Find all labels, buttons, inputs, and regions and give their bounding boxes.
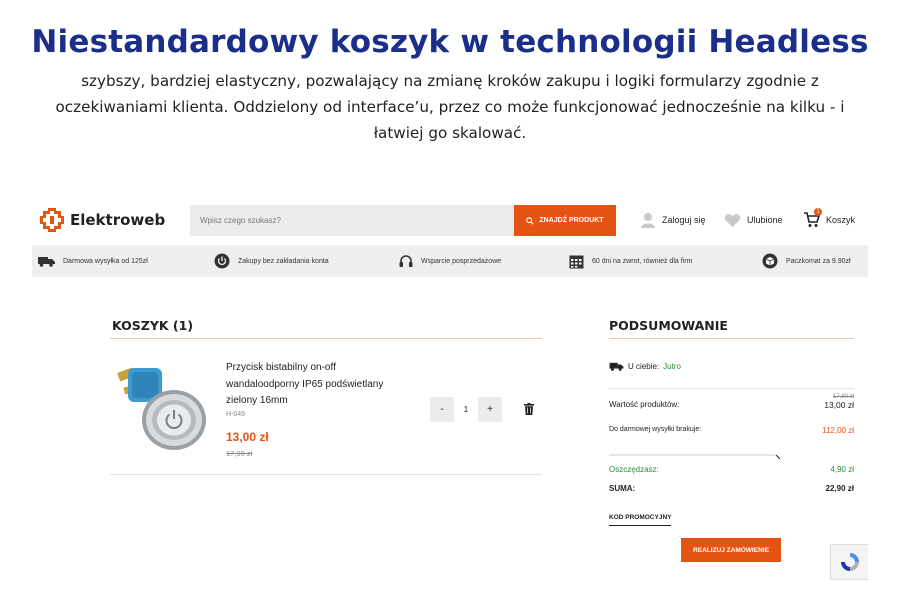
hero-subtitle: szybszy, bardziej elastyczny, pozwalając…: [0, 68, 900, 146]
user-icon: [641, 213, 655, 228]
product-price: 13,00 zł: [226, 430, 269, 444]
free-shipping-row: Do darmowej wysyłki brakuje: 112,00 zł: [609, 426, 854, 435]
free-shipping-label: Do darmowej wysyłki brakuje:: [609, 426, 702, 433]
product-name-line: wandaloodporny IP65 podświetlany: [226, 378, 384, 390]
quantity-decrease-button[interactable]: -: [430, 397, 454, 422]
login-label: Zaloguj się: [662, 215, 706, 225]
promo-code-link[interactable]: KOD PROMOCYJNY: [609, 514, 672, 526]
benefit-item: Zakupy bez zakładania konta: [214, 245, 329, 277]
benefit-item: Paczkomat za 9.90zł: [762, 245, 851, 277]
delivery-value: Jutro: [663, 362, 681, 371]
product-image[interactable]: [114, 362, 212, 458]
place-order-button[interactable]: REALIZUJ ZAMÓWIENIE: [681, 538, 781, 562]
cart-link[interactable]: 1 Koszyk: [804, 208, 856, 230]
benefit-label: Zakupy bez zakładania konta: [238, 257, 329, 265]
cart-label: Koszyk: [826, 215, 856, 225]
benefit-item: Wsparcie posprzedażowe: [399, 245, 501, 277]
products-value: 13,00 zł: [824, 400, 854, 410]
calendar-icon: [569, 255, 584, 268]
products-value-label: Wartość produktów:: [609, 400, 680, 409]
trash-icon[interactable]: [524, 403, 534, 415]
headset-icon: [399, 254, 413, 267]
product-name[interactable]: Przycisk bistabilny on-off wandaloodporn…: [226, 360, 406, 410]
product-name-line: zielony 16mm: [226, 395, 288, 406]
power-icon: [214, 253, 230, 269]
divider: [609, 338, 854, 339]
favorites-label: Ulubione: [747, 215, 783, 225]
hero-subtitle-line: oczekiwaniami klienta. Oddzielony od int…: [55, 98, 845, 116]
favorites-link[interactable]: Ulubione: [724, 210, 783, 230]
benefit-label: Darmowa wysyłka od 125zł: [63, 257, 148, 265]
search-button[interactable]: ZNAJDŹ PRODUKT: [514, 205, 616, 236]
benefit-label: Paczkomat za 9.90zł: [786, 257, 851, 265]
quantity-increase-button[interactable]: +: [478, 397, 502, 422]
benefits-bar: Darmowa wysyłka od 125zł Zakupy bez zakł…: [32, 245, 868, 277]
savings-label: Oszczędzasz:: [609, 465, 659, 474]
product-old-price: 17,90 zł: [226, 449, 253, 458]
cart-count-badge: 1: [814, 208, 822, 216]
hero-subtitle-line: łatwiej go skalować.: [373, 124, 527, 142]
hero-title: Niestandardowy koszyk w technologii Head…: [31, 24, 869, 60]
benefit-item: Darmowa wysyłka od 125zł: [38, 245, 148, 277]
delivery-info: U ciebie: Jutro: [609, 362, 681, 371]
logo[interactable]: Elektroweb: [38, 206, 165, 234]
heart-icon: [724, 213, 741, 227]
total-label: SUMA:: [609, 484, 636, 493]
divider: [110, 474, 542, 475]
quantity-stepper: - 1 +: [430, 397, 502, 422]
search-icon: [526, 216, 535, 225]
product-sku: H-049: [226, 411, 246, 418]
hero-subtitle-line: szybszy, bardziej elastyczny, pozwalając…: [81, 72, 819, 90]
total-value: 22,90 zł: [825, 484, 854, 493]
truck-icon: [38, 256, 55, 267]
savings-value: 4,90 zł: [830, 465, 854, 474]
logo-text: Elektroweb: [70, 211, 166, 229]
product-name-line: Przycisk bistabilny on-off: [226, 362, 336, 373]
benefit-label: 60 dni na zwrot, również dla firm: [592, 257, 693, 265]
shop-screenshot: Elektroweb Wpisz czego szukasz? ZNAJDŹ P…: [32, 190, 868, 590]
recaptcha-icon: [840, 553, 859, 571]
recaptcha-badge[interactable]: [830, 544, 868, 580]
benefit-item: 60 dni na zwrot, również dla firm: [569, 245, 692, 277]
cart-title: KOSZYK (1): [112, 318, 194, 333]
products-value-row: Wartość produktów: 13,00 zł: [609, 400, 854, 410]
free-shipping-value: 112,00 zł: [822, 426, 854, 435]
divider: [609, 388, 854, 389]
login-link[interactable]: Zaloguj się: [640, 210, 706, 230]
search-input[interactable]: Wpisz czego szukasz?: [190, 205, 514, 236]
divider: [110, 338, 542, 339]
total-row: SUMA: 22,90 zł: [609, 484, 854, 493]
search-button-label: ZNAJDŹ PRODUKT: [539, 217, 604, 224]
free-shipping-progress: [609, 447, 781, 460]
quantity-input[interactable]: 1: [454, 397, 478, 422]
benefit-label: Wsparcie posprzedażowe: [421, 257, 502, 265]
delivery-label: U ciebie:: [628, 362, 660, 371]
truck-icon: [609, 362, 624, 371]
logo-icon: [40, 208, 64, 232]
parcel-icon: [762, 253, 778, 269]
summary-title: PODSUMOWANIE: [609, 318, 728, 333]
savings-row: Oszczędzasz: 4,90 zł: [609, 465, 854, 474]
